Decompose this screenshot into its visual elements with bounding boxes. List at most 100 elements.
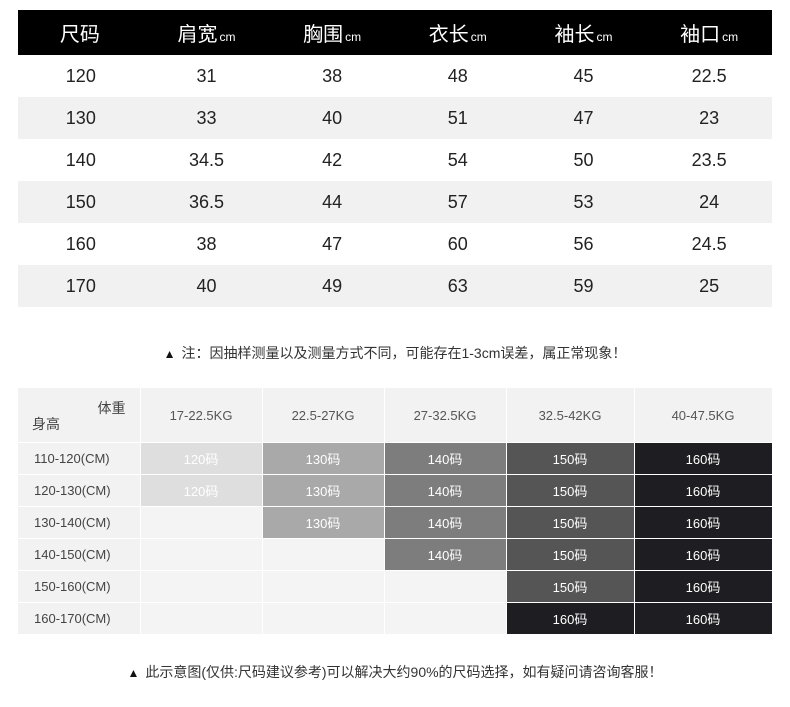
- table-cell: 140: [18, 139, 144, 181]
- height-range-label: 150-160(CM): [18, 570, 141, 603]
- table-cell: 53: [520, 181, 647, 223]
- table-cell: 57: [394, 181, 521, 223]
- reference-note: ▲ 此示意图(仅供:尺码建议参考)可以解决大约90%的尺码选择，如有疑问请咨询客服…: [0, 662, 790, 682]
- warning-triangle-icon: ▲: [127, 666, 140, 680]
- recommendation-row: 110-120(CM) 120码 130码 140码 150码 160码: [18, 442, 773, 475]
- size-suggestion-cell: 160码: [634, 442, 773, 475]
- note-text: 此示意图(仅供:尺码建议参考)可以解决大约90%的尺码选择，如有疑问请咨询客服！: [145, 664, 663, 680]
- size-suggestion-cell: 130码: [262, 474, 385, 507]
- height-range-label: 120-130(CM): [18, 474, 141, 507]
- table-cell: 49: [269, 265, 395, 307]
- table-row: 160 38 47 60 56 24.5: [18, 223, 772, 265]
- size-suggestion-cell: 160码: [634, 506, 773, 539]
- size-recommendation-table: 体重 身高 17-22.5KG 22.5-27KG 27-32.5KG 32.5…: [18, 388, 773, 635]
- header-chest: 胸围 cm: [269, 10, 395, 55]
- table-cell: 50: [520, 139, 647, 181]
- size-suggestion-cell: 120码: [140, 442, 263, 475]
- table-cell: 60: [394, 223, 521, 265]
- size-suggestion-cell: 140码: [384, 474, 507, 507]
- empty-cell: [140, 538, 263, 571]
- table-cell: 38: [143, 223, 270, 265]
- height-range-label: 140-150(CM): [18, 538, 141, 571]
- empty-cell: [384, 602, 507, 635]
- empty-cell: [140, 506, 263, 539]
- header-shoulder: 肩宽 cm: [143, 10, 270, 55]
- table-cell: 25: [646, 265, 772, 307]
- recommendation-row: 130-140(CM) 130码 140码 150码 160码: [18, 506, 773, 539]
- table-cell: 51: [394, 97, 521, 139]
- table-cell: 44: [269, 181, 395, 223]
- size-suggestion-cell: 160码: [506, 602, 635, 635]
- table-cell: 40: [269, 97, 395, 139]
- weight-header: 22.5-27KG: [262, 388, 385, 443]
- size-suggestion-cell: 140码: [384, 506, 507, 539]
- height-range-label: 130-140(CM): [18, 506, 141, 539]
- table-cell: 31: [143, 55, 270, 97]
- table-cell: 160: [18, 223, 144, 265]
- measurement-note: ▲ 注：因抽样测量以及测量方式不同，可能存在1-3cm误差，属正常现象！: [0, 343, 790, 363]
- table-cell: 24: [646, 181, 772, 223]
- size-suggestion-cell: 150码: [506, 506, 635, 539]
- size-suggestion-cell: 160码: [634, 602, 773, 635]
- size-suggestion-cell: 160码: [634, 570, 773, 603]
- weight-header: 17-22.5KG: [140, 388, 263, 443]
- header-length: 衣长 cm: [394, 10, 521, 55]
- table-cell: 38: [269, 55, 395, 97]
- header-size: 尺码: [18, 10, 144, 55]
- empty-cell: [384, 570, 507, 603]
- table-cell: 170: [18, 265, 144, 307]
- table-cell: 23.5: [646, 139, 772, 181]
- recommendation-row: 140-150(CM) 140码 150码 160码: [18, 538, 773, 571]
- empty-cell: [262, 538, 385, 571]
- weight-header: 32.5-42KG: [506, 388, 635, 443]
- size-suggestion-cell: 160码: [634, 538, 773, 571]
- size-suggestion-cell: 150码: [506, 570, 635, 603]
- note-text: 注：因抽样测量以及测量方式不同，可能存在1-3cm误差，属正常现象！: [181, 345, 627, 361]
- table-cell: 24.5: [646, 223, 772, 265]
- table-cell: 48: [394, 55, 521, 97]
- size-suggestion-cell: 140码: [384, 442, 507, 475]
- corner-cell: 体重 身高: [18, 388, 141, 443]
- weight-header: 27-32.5KG: [384, 388, 507, 443]
- table-cell: 42: [269, 139, 395, 181]
- table-row: 140 34.5 42 54 50 23.5: [18, 139, 772, 181]
- size-suggestion-cell: 150码: [506, 474, 635, 507]
- size-suggestion-cell: 140码: [384, 538, 507, 571]
- table-cell: 54: [394, 139, 521, 181]
- size-suggestion-cell: 130码: [262, 506, 385, 539]
- weight-header: 40-47.5KG: [634, 388, 773, 443]
- size-suggestion-cell: 150码: [506, 538, 635, 571]
- weight-label: 体重: [97, 400, 126, 416]
- table-row: 170 40 49 63 59 25: [18, 265, 772, 307]
- table-cell: 45: [520, 55, 647, 97]
- size-suggestion-cell: 130码: [262, 442, 385, 475]
- warning-triangle-icon: ▲: [163, 347, 176, 361]
- table-cell: 47: [520, 97, 647, 139]
- size-suggestion-cell: 160码: [634, 474, 773, 507]
- table-cell: 22.5: [646, 55, 772, 97]
- size-suggestion-cell: 150码: [506, 442, 635, 475]
- weight-header-row: 体重 身高 17-22.5KG 22.5-27KG 27-32.5KG 32.5…: [18, 388, 773, 443]
- recommendation-row: 160-170(CM) 160码 160码: [18, 602, 773, 635]
- table-row: 130 33 40 51 47 23: [18, 97, 772, 139]
- header-sleeve: 袖长 cm: [520, 10, 647, 55]
- empty-cell: [262, 602, 385, 635]
- size-table-header: 尺码 肩宽 cm 胸围 cm 衣长 cm 袖长 cm 袖口 cm: [18, 10, 772, 55]
- table-cell: 40: [143, 265, 270, 307]
- recommendation-row: 150-160(CM) 150码 160码: [18, 570, 773, 603]
- size-suggestion-cell: 120码: [140, 474, 263, 507]
- table-cell: 63: [394, 265, 521, 307]
- header-cuff: 袖口 cm: [646, 10, 772, 55]
- table-cell: 150: [18, 181, 144, 223]
- table-cell: 47: [269, 223, 395, 265]
- height-range-label: 160-170(CM): [18, 602, 141, 635]
- table-cell: 23: [646, 97, 772, 139]
- table-cell: 56: [520, 223, 647, 265]
- table-row: 150 36.5 44 57 53 24: [18, 181, 772, 223]
- empty-cell: [140, 570, 263, 603]
- table-cell: 33: [143, 97, 270, 139]
- height-range-label: 110-120(CM): [18, 442, 141, 475]
- empty-cell: [262, 570, 385, 603]
- size-table: 尺码 肩宽 cm 胸围 cm 衣长 cm 袖长 cm 袖口 cm 120 31 38 48 45 2…: [18, 10, 772, 307]
- recommendation-row: 120-130(CM) 120码 130码 140码 150码 160码: [18, 474, 773, 507]
